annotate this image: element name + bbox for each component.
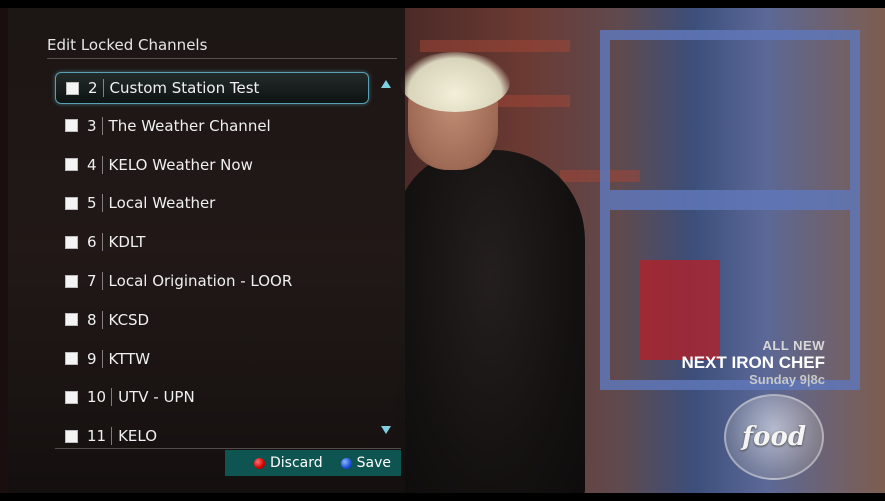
channel-row[interactable]: 5 Local Weather: [55, 188, 367, 218]
letterbox-bottom: [0, 493, 885, 501]
lock-checkbox[interactable]: [65, 274, 78, 288]
channel-number: 7: [87, 272, 97, 290]
channel-name: KELO: [118, 427, 158, 446]
channel-separator: [101, 272, 103, 290]
channel-row[interactable]: 4 KELO Weather Now: [55, 150, 367, 180]
channel-name: KCSD: [108, 310, 150, 329]
channel-row[interactable]: 8 KCSD: [55, 305, 367, 335]
panel-title: Edit Locked Channels: [47, 36, 208, 54]
footer-divider: [55, 448, 401, 449]
lock-checkbox[interactable]: [65, 313, 78, 327]
channel-row[interactable]: 10 UTV - UPN: [55, 382, 367, 412]
save-label: Save: [356, 455, 391, 471]
channel-number: 8: [87, 310, 97, 329]
lock-checkbox[interactable]: [65, 235, 78, 249]
channel-separator: [101, 116, 103, 135]
channel-name: Local Weather: [108, 194, 216, 213]
channel-separator: [101, 310, 103, 329]
red-button-icon: [253, 457, 265, 469]
channel-number: 3: [87, 116, 97, 135]
channel-name: UTV - UPN: [118, 388, 195, 407]
channel-separator: [101, 233, 103, 252]
channel-row[interactable]: 2 Custom Station Test: [55, 72, 369, 104]
lock-checkbox[interactable]: [65, 119, 78, 133]
channel-row[interactable]: 7 Local Origination - LOOR: [55, 266, 367, 296]
channel-separator: [101, 194, 103, 213]
channel-name: The Weather Channel: [108, 116, 271, 135]
channel-separator: [102, 79, 104, 97]
promo-show-title: NEXT IRON CHEF: [681, 353, 825, 372]
channel-separator: [101, 155, 103, 174]
lock-checkbox[interactable]: [65, 352, 78, 366]
channel-number: 5: [87, 194, 97, 213]
channel-separator: [111, 388, 113, 407]
channel-separator: [111, 427, 113, 446]
channel-row[interactable]: 9 KTTW: [55, 344, 367, 374]
discard-button[interactable]: Discard: [253, 455, 323, 471]
channel-number: 9: [87, 349, 97, 368]
title-divider: [47, 58, 397, 59]
channel-number: 6: [87, 233, 97, 252]
channel-number: 2: [88, 79, 98, 97]
channel-number: 10: [87, 388, 107, 407]
channel-name: KDLT: [108, 233, 146, 252]
channel-separator: [101, 349, 103, 368]
channel-number: 4: [87, 155, 97, 174]
scroll-down-icon[interactable]: [381, 426, 391, 434]
network-logo-text: food: [741, 422, 807, 452]
discard-label: Discard: [269, 455, 323, 471]
channel-name: KELO Weather Now: [108, 155, 253, 174]
channel-row[interactable]: 3 The Weather Channel: [55, 111, 367, 141]
lock-checkbox[interactable]: [65, 158, 78, 172]
channel-name: KTTW: [108, 349, 151, 368]
channel-name: Custom Station Test: [109, 79, 260, 97]
video-person-hair: [400, 52, 510, 112]
blue-button-icon: [340, 457, 352, 469]
lock-checkbox[interactable]: [65, 196, 78, 210]
video-person-body: [395, 150, 585, 501]
promo-overlay: ALL NEW NEXT IRON CHEF Sunday 9|8c: [681, 338, 825, 387]
channel-name: Local Origination - LOOR: [108, 272, 293, 290]
promo-airtime: Sunday 9|8c: [749, 372, 825, 387]
channel-row[interactable]: 11 KELO: [55, 421, 367, 451]
lock-checkbox[interactable]: [65, 429, 78, 443]
promo-line-1: ALL NEW: [762, 338, 825, 353]
channel-number: 11: [87, 427, 107, 446]
lock-checkbox[interactable]: [65, 390, 78, 404]
network-logo: food: [724, 394, 824, 480]
save-button[interactable]: Save: [340, 455, 391, 471]
background-frame: [600, 30, 860, 200]
action-bar: Discard Save: [225, 450, 401, 476]
background-shelf: [420, 40, 570, 52]
scroll-up-icon[interactable]: [381, 80, 391, 88]
channel-row[interactable]: 6 KDLT: [55, 227, 367, 257]
lock-checkbox[interactable]: [66, 81, 79, 95]
letterbox-top: [0, 0, 885, 8]
